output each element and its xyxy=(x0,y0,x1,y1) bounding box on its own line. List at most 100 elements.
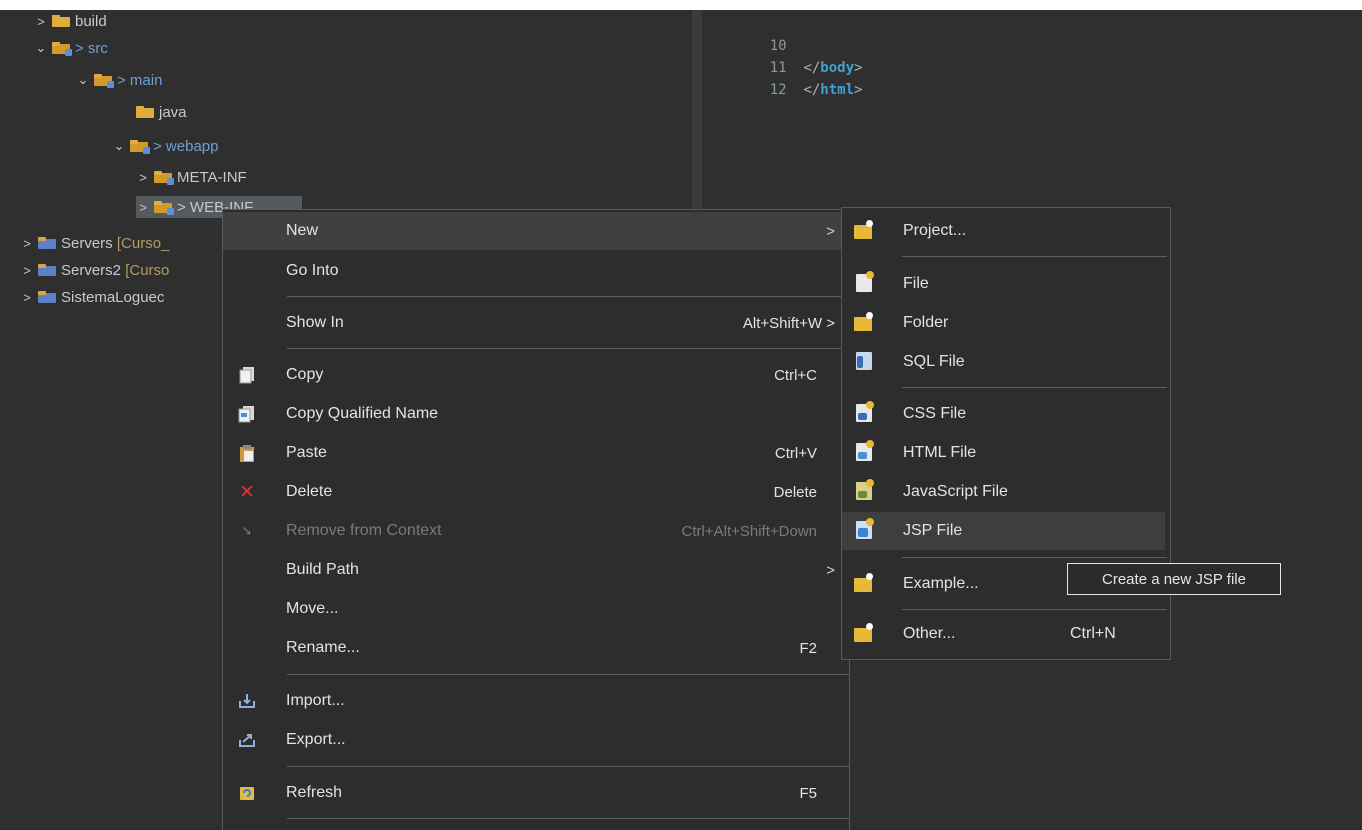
tree-item-suffix: [Curso xyxy=(125,261,170,279)
menu-item-build-path[interactable]: Build Path > xyxy=(223,551,849,589)
delete-icon: ✕ xyxy=(239,481,255,503)
tree-item-webapp[interactable]: ⌄ > webapp xyxy=(112,135,219,157)
menu-item-label: Move... xyxy=(286,600,339,617)
tree-item-build[interactable]: > build xyxy=(34,10,107,32)
tree-item-servers2[interactable]: > Servers2 [Curso xyxy=(20,259,169,281)
menu-item-shortcut: Ctrl+C xyxy=(774,366,817,384)
menu-item-new[interactable]: New > xyxy=(223,212,849,250)
submenu-item-javascript-file[interactable]: JavaScript File xyxy=(842,473,1170,511)
tree-item-label: META-INF xyxy=(177,168,247,186)
menu-item-export[interactable]: Export... xyxy=(223,721,849,759)
refresh-icon xyxy=(237,783,257,803)
chevron-right-icon[interactable]: > xyxy=(136,170,150,185)
source-folder-icon xyxy=(130,140,150,154)
context-menu: New > Go Into Show In Alt+Shift+W > Copy… xyxy=(222,209,850,830)
menu-item-rename[interactable]: Rename... F2 xyxy=(223,629,849,667)
tree-item-label: > src xyxy=(75,39,108,57)
menu-item-go-into[interactable]: Go Into xyxy=(223,252,849,290)
submenu-separator xyxy=(902,557,1167,558)
menu-item-shortcut: Delete xyxy=(773,483,817,501)
source-folder-icon xyxy=(94,74,114,88)
chevron-right-icon[interactable]: > xyxy=(136,200,150,215)
submenu-item-label: JavaScript File xyxy=(903,483,1008,500)
menu-item-label: Import... xyxy=(286,692,345,709)
css-file-icon xyxy=(856,401,876,424)
menu-item-copy-qualified-name[interactable]: Copy Qualified Name xyxy=(223,395,849,433)
submenu-item-project[interactable]: Project... xyxy=(842,212,1170,250)
menu-separator xyxy=(287,348,849,349)
chevron-right-icon[interactable]: > xyxy=(20,263,34,278)
menu-item-paste[interactable]: Paste Ctrl+V xyxy=(223,434,849,472)
menu-item-label: Go Into xyxy=(286,262,339,279)
chevron-down-icon[interactable]: ⌄ xyxy=(112,138,126,154)
menu-separator xyxy=(287,674,849,675)
submenu-item-label: Other... xyxy=(903,625,956,642)
submenu-item-label: HTML File xyxy=(903,444,977,461)
submenu-item-label: File xyxy=(903,275,929,292)
menu-item-import[interactable]: Import... xyxy=(223,682,849,720)
chevron-right-icon: > xyxy=(826,561,835,579)
jsp-file-icon xyxy=(856,518,876,541)
menu-item-copy[interactable]: Copy Ctrl+C xyxy=(223,356,849,394)
tree-item-label: Servers2 xyxy=(61,261,122,279)
menu-item-remove-from-context: ➘ Remove from Context Ctrl+Alt+Shift+Dow… xyxy=(223,512,849,550)
code-line: 12 </html> xyxy=(736,66,863,114)
submenu-item-html-file[interactable]: HTML File xyxy=(842,434,1170,472)
menu-item-delete[interactable]: ✕ Delete Delete xyxy=(223,473,849,511)
tag-bracket: </ xyxy=(803,82,821,98)
javascript-file-icon xyxy=(856,479,876,502)
submenu-item-sql-file[interactable]: SQL File xyxy=(842,343,1170,381)
submenu-item-file[interactable]: File xyxy=(842,265,1170,303)
menu-item-shortcut: Ctrl+V xyxy=(774,444,817,462)
folder-icon xyxy=(52,15,70,27)
tree-item-sistemalogueo[interactable]: > SistemaLoguec xyxy=(20,286,164,308)
tree-item-label: build xyxy=(75,12,107,30)
menu-item-refresh[interactable]: Refresh F5 xyxy=(223,774,849,812)
tree-item-meta-inf[interactable]: > META-INF xyxy=(136,166,247,188)
menu-item-label: Export... xyxy=(286,731,346,748)
menu-item-label: Paste xyxy=(286,444,327,461)
tree-item-src[interactable]: ⌄ > src xyxy=(34,37,108,59)
submenu-separator xyxy=(902,609,1167,610)
menu-item-label: Build Path xyxy=(286,561,359,578)
tree-item-java[interactable]: java xyxy=(118,101,187,123)
tree-item-main[interactable]: ⌄ > main xyxy=(76,69,163,91)
line-number: 12 xyxy=(769,82,787,98)
copy-icon xyxy=(237,365,257,385)
submenu-item-other[interactable]: Other... Ctrl+N xyxy=(842,615,1170,653)
tooltip: Create a new JSP file xyxy=(1067,563,1281,595)
menu-item-label: Refresh xyxy=(286,784,343,801)
tree-item-label: > webapp xyxy=(153,137,219,155)
submenu-item-jsp-file[interactable]: JSP File xyxy=(842,512,1165,550)
tree-item-label: java xyxy=(159,103,187,121)
new-folder-icon xyxy=(854,312,874,333)
menu-separator xyxy=(287,766,849,767)
top-band xyxy=(0,0,1362,10)
tree-item-label: Servers xyxy=(61,234,113,252)
menu-item-label: Rename... xyxy=(286,639,360,656)
unknown-folder-icon xyxy=(154,201,174,215)
submenu-separator xyxy=(902,256,1167,257)
project-icon xyxy=(38,264,56,276)
tag-bracket: > xyxy=(854,82,863,98)
tree-item-servers[interactable]: > Servers [Curso_ xyxy=(20,232,169,254)
html-file-icon xyxy=(856,440,876,463)
sql-file-icon xyxy=(856,352,876,372)
chevron-down-icon[interactable]: ⌄ xyxy=(76,72,90,88)
submenu-item-label: Folder xyxy=(903,314,949,331)
chevron-right-icon[interactable]: > xyxy=(34,14,48,29)
menu-item-show-in[interactable]: Show In Alt+Shift+W > xyxy=(223,304,849,342)
menu-item-move[interactable]: Move... xyxy=(223,590,849,628)
submenu-item-label: SQL File xyxy=(903,353,965,370)
submenu-item-css-file[interactable]: CSS File xyxy=(842,395,1170,433)
chevron-right-icon[interactable]: > xyxy=(20,236,34,251)
other-wizard-icon xyxy=(854,623,874,644)
chevron-right-icon[interactable]: > xyxy=(20,290,34,305)
menu-item-shortcut: F2 xyxy=(799,639,817,657)
menu-item-label: Copy Qualified Name xyxy=(286,405,439,422)
submenu-item-folder[interactable]: Folder xyxy=(842,304,1170,342)
menu-item-shortcut: F5 xyxy=(799,784,817,802)
export-icon xyxy=(237,730,257,750)
submenu-item-label: Example... xyxy=(903,575,979,592)
chevron-down-icon[interactable]: ⌄ xyxy=(34,40,48,56)
